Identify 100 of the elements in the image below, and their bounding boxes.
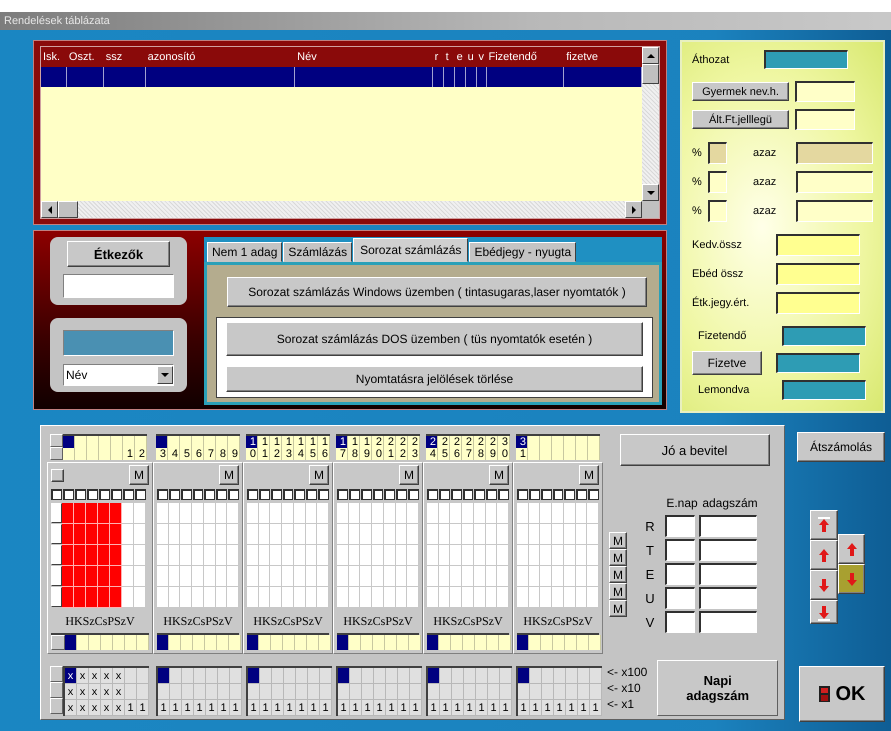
meal-cell[interactable] (180, 566, 192, 588)
small-button[interactable] (51, 468, 64, 482)
meal-cell[interactable] (282, 524, 294, 546)
scroll-left-button[interactable] (41, 201, 58, 218)
day-checkbox[interactable] (180, 489, 192, 500)
day-checkbox[interactable] (517, 489, 528, 500)
value-field[interactable] (764, 50, 848, 69)
m-button[interactable]: M (489, 465, 509, 486)
meal-cell[interactable] (450, 524, 462, 546)
value-field[interactable] (795, 81, 855, 102)
meal-cell[interactable] (227, 503, 240, 524)
meal-cell[interactable] (157, 524, 169, 546)
meal-cell[interactable] (134, 524, 146, 546)
meal-cell[interactable] (396, 566, 408, 588)
meal-cell[interactable] (462, 587, 474, 608)
m-button[interactable]: M (219, 465, 239, 486)
meal-cell[interactable] (540, 503, 552, 524)
day-checkbox[interactable] (450, 489, 462, 500)
print-dos-button[interactable]: Sorozat számlázás DOS üzemben ( tüs nyomtatók esetén ) (226, 322, 643, 356)
day-checkbox[interactable] (228, 489, 240, 500)
meal-cell[interactable] (564, 524, 576, 546)
meal-cell[interactable] (204, 587, 216, 608)
amount-field[interactable] (796, 171, 873, 193)
meal-cell[interactable] (372, 587, 384, 608)
meal-cell[interactable] (427, 587, 439, 608)
meal-cell[interactable] (517, 545, 529, 566)
meal-cell[interactable] (497, 545, 510, 566)
m-button[interactable]: M (399, 465, 419, 486)
meal-cell[interactable] (192, 587, 204, 608)
day-checkbox[interactable] (75, 489, 86, 500)
meal-cell[interactable] (216, 566, 228, 588)
scroll-right-button[interactable] (625, 201, 642, 218)
meal-cell[interactable] (192, 524, 204, 546)
day-checkbox[interactable] (372, 489, 384, 500)
meal-cell[interactable] (317, 545, 330, 566)
meal-cell[interactable] (540, 587, 552, 608)
day-checkbox[interactable] (306, 489, 318, 500)
meal-cell[interactable] (180, 524, 192, 546)
meal-cell[interactable] (247, 587, 259, 608)
meal-cell[interactable] (74, 587, 86, 608)
portion-field[interactable] (699, 611, 757, 633)
meal-cell[interactable] (168, 545, 180, 566)
meal-cell[interactable] (474, 503, 486, 524)
meal-cell[interactable] (337, 566, 349, 588)
column-header[interactable]: r (432, 47, 444, 67)
paid-button[interactable]: Fizetve (692, 351, 762, 375)
scroll-thumb[interactable] (642, 64, 659, 84)
meal-cell[interactable] (227, 524, 240, 546)
meal-cell[interactable] (294, 587, 306, 608)
meal-cell[interactable] (462, 545, 474, 566)
m-button[interactable]: M (579, 465, 599, 486)
value-field[interactable] (776, 234, 860, 256)
meal-cell[interactable] (294, 503, 306, 524)
m-button[interactable]: M (609, 600, 627, 617)
meal-cell[interactable] (110, 524, 122, 546)
scroll-down-button[interactable] (642, 184, 659, 201)
m-button[interactable]: M (309, 465, 329, 486)
meal-cell[interactable] (438, 566, 450, 588)
day-checkbox[interactable] (168, 489, 180, 500)
row-checkbox[interactable] (51, 489, 62, 500)
meal-cell[interactable] (587, 545, 600, 566)
meal-cell[interactable] (497, 566, 510, 588)
meal-cell[interactable] (62, 503, 74, 524)
vertical-scrollbar[interactable] (642, 47, 659, 201)
day-checkbox[interactable] (337, 489, 348, 500)
value-field[interactable] (776, 353, 860, 373)
meal-cell[interactable] (517, 566, 529, 588)
meal-cell[interactable] (180, 545, 192, 566)
meal-cell[interactable] (348, 566, 360, 588)
meal-cell[interactable] (62, 566, 74, 588)
meal-cell[interactable] (306, 524, 318, 546)
meal-cell[interactable] (528, 545, 540, 566)
meal-cell[interactable] (462, 566, 474, 588)
meal-cell[interactable] (134, 566, 146, 588)
m-button[interactable]: M (609, 549, 627, 566)
meal-cell[interactable] (407, 545, 420, 566)
value-field[interactable] (776, 292, 860, 314)
days-field[interactable] (665, 587, 695, 609)
row-button[interactable] (51, 545, 62, 566)
meal-cell[interactable] (168, 566, 180, 588)
portion-field[interactable] (699, 515, 757, 537)
day-checkbox[interactable] (247, 489, 258, 500)
meal-cell[interactable] (227, 545, 240, 566)
meal-cell[interactable] (427, 566, 439, 588)
meal-cell[interactable] (86, 503, 98, 524)
value-field[interactable] (782, 380, 866, 400)
portion-field[interactable] (699, 563, 757, 585)
meal-cell[interactable] (192, 503, 204, 524)
column-header[interactable]: Fizetendő (486, 47, 564, 67)
meal-cell[interactable] (438, 524, 450, 546)
meal-cell[interactable] (317, 524, 330, 546)
meal-cell[interactable] (306, 566, 318, 588)
meal-cell[interactable] (270, 503, 282, 524)
meal-cell[interactable] (110, 566, 122, 588)
day-checkbox[interactable] (348, 489, 360, 500)
meal-cell[interactable] (216, 587, 228, 608)
meal-cell[interactable] (317, 566, 330, 588)
day-checkbox[interactable] (564, 489, 576, 500)
meal-cell[interactable] (306, 503, 318, 524)
tab[interactable]: Ebédjegy - nyugta (469, 242, 576, 262)
